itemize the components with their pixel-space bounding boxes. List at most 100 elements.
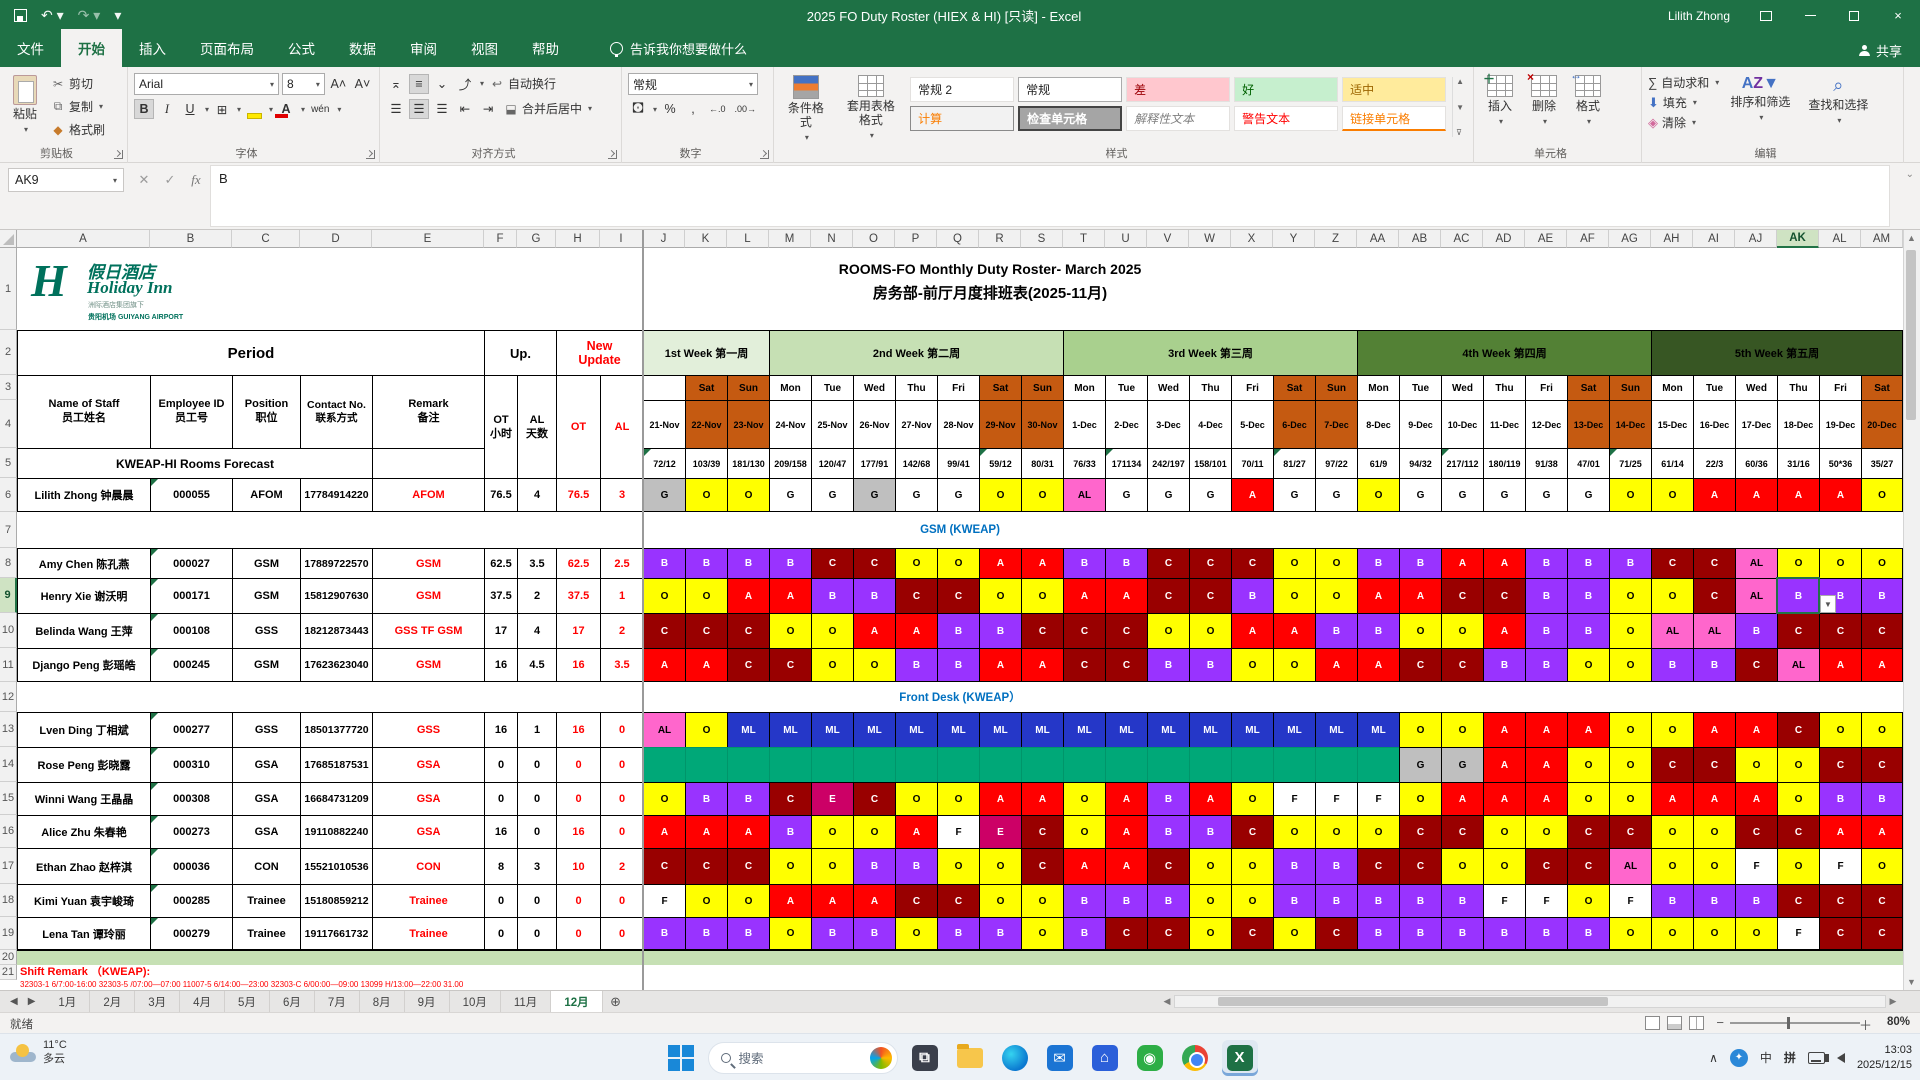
duty-cell-S11[interactable]: A	[1021, 648, 1063, 682]
column-header-O[interactable]: O	[853, 230, 895, 248]
duty-cell-W11[interactable]: B	[1189, 648, 1231, 682]
duty-cell-AB13[interactable]: O	[1399, 712, 1441, 747]
staff-name[interactable]: Lena Tan 谭玲丽	[17, 917, 150, 950]
duty-cell-AH14[interactable]: C	[1651, 747, 1693, 782]
duty-cell-AE9[interactable]: B	[1525, 578, 1567, 613]
column-header-X[interactable]: X	[1231, 230, 1273, 248]
undo-icon[interactable]: ↶ ▾	[41, 7, 64, 24]
column-header-G[interactable]: G	[517, 230, 556, 248]
employee-id[interactable]: 000245	[150, 648, 232, 682]
employee-id[interactable]: 000027	[150, 548, 232, 578]
font-color-button[interactable]: A	[274, 99, 296, 119]
duty-cell-M11[interactable]: C	[769, 648, 811, 682]
duty-cell-S14[interactable]	[1021, 747, 1063, 782]
duty-cell-X16[interactable]: C	[1231, 815, 1273, 848]
duty-cell-AL16[interactable]: A	[1819, 815, 1861, 848]
taskbar-app-store[interactable]: ⌂	[1087, 1040, 1123, 1076]
duty-cell-AL15[interactable]: B	[1819, 782, 1861, 815]
accounting-format-icon[interactable]: 🖸	[628, 99, 648, 119]
duty-cell-M10[interactable]: O	[769, 613, 811, 648]
close-button[interactable]: ×	[1876, 0, 1920, 31]
taskbar-app-excel[interactable]: X	[1221, 1039, 1258, 1076]
start-button[interactable]	[663, 1040, 699, 1076]
duty-cell-Q18[interactable]: C	[937, 884, 979, 917]
duty-cell-Q6[interactable]: G	[937, 478, 979, 512]
taskbar-search[interactable]: 搜索	[707, 1041, 898, 1074]
duty-cell-K19[interactable]: B	[685, 917, 727, 950]
remark[interactable]: GSS TF GSM	[372, 613, 484, 648]
sheet-tab-6月[interactable]: 6月	[270, 991, 315, 1012]
al-days[interactable]: 4	[517, 613, 556, 648]
duty-cell-L14[interactable]	[727, 747, 769, 782]
duty-cell-V16[interactable]: B	[1147, 815, 1189, 848]
duty-cell-T6[interactable]: AL	[1063, 478, 1105, 512]
duty-cell-L18[interactable]: O	[727, 884, 769, 917]
duty-cell-AB14[interactable]: G	[1399, 747, 1441, 782]
italic-button[interactable]: I	[157, 99, 177, 119]
taskbar-app-chrome[interactable]	[1177, 1040, 1213, 1076]
position[interactable]: GSM	[232, 648, 300, 682]
position[interactable]: GSA	[232, 815, 300, 848]
duty-cell-N11[interactable]: O	[811, 648, 853, 682]
keyboard-icon[interactable]	[1807, 1051, 1825, 1064]
ot-hours[interactable]: 0	[484, 782, 517, 815]
ot-new[interactable]: 17	[556, 613, 600, 648]
duty-cell-AB17[interactable]: C	[1399, 848, 1441, 884]
ot-new[interactable]: 0	[556, 747, 600, 782]
alignment-dialog-launcher[interactable]	[608, 150, 617, 159]
duty-cell-U17[interactable]: A	[1105, 848, 1147, 884]
enter-icon[interactable]: ✓	[158, 168, 182, 192]
duty-cell-AB8[interactable]: B	[1399, 548, 1441, 578]
duty-cell-T14[interactable]	[1063, 747, 1105, 782]
duty-cell-J11[interactable]: A	[643, 648, 685, 682]
duty-cell-W8[interactable]: C	[1189, 548, 1231, 578]
duty-cell-AH17[interactable]: O	[1651, 848, 1693, 884]
phonetic-button[interactable]: wén	[308, 99, 332, 119]
duty-cell-AI18[interactable]: B	[1693, 884, 1735, 917]
conditional-formatting-button[interactable]: 条件格式 ▾	[780, 71, 832, 147]
duty-cell-P19[interactable]: O	[895, 917, 937, 950]
duty-cell-T19[interactable]: B	[1063, 917, 1105, 950]
duty-cell-AC9[interactable]: C	[1441, 578, 1483, 613]
duty-cell-AD15[interactable]: A	[1483, 782, 1525, 815]
duty-cell-AH9[interactable]: O	[1651, 578, 1693, 613]
duty-cell-AB9[interactable]: A	[1399, 578, 1441, 613]
duty-cell-AH6[interactable]: O	[1651, 478, 1693, 512]
duty-cell-AC14[interactable]: G	[1441, 747, 1483, 782]
duty-cell-Y13[interactable]: ML	[1273, 712, 1315, 747]
ot-hours[interactable]: 16	[484, 712, 517, 747]
duty-cell-AF13[interactable]: A	[1567, 712, 1609, 747]
duty-cell-AA15[interactable]: F	[1357, 782, 1399, 815]
font-family-select[interactable]: Arial ▾	[134, 73, 280, 95]
row-header-7[interactable]: 7	[0, 512, 17, 548]
al-new[interactable]: 2	[600, 848, 643, 884]
formula-input[interactable]: B	[210, 165, 1890, 227]
row-header-5[interactable]: 5	[0, 448, 17, 478]
menu-tab-视图[interactable]: 视图	[454, 29, 515, 67]
duty-cell-P9[interactable]: C	[895, 578, 937, 613]
duty-cell-AD17[interactable]: O	[1483, 848, 1525, 884]
contact-no[interactable]: 19117661732	[300, 917, 372, 950]
cell-style-常规 2[interactable]: 常规 2	[910, 77, 1015, 102]
column-header-F[interactable]: F	[484, 230, 517, 248]
al-days[interactable]: 2	[517, 578, 556, 613]
duty-cell-O16[interactable]: O	[853, 815, 895, 848]
duty-cell-W14[interactable]	[1189, 747, 1231, 782]
sheet-tab-12月[interactable]: 12月	[551, 991, 603, 1012]
al-new[interactable]: 0	[600, 884, 643, 917]
duty-cell-AL14[interactable]: C	[1819, 747, 1861, 782]
duty-cell-AD9[interactable]: C	[1483, 578, 1525, 613]
autosum-button[interactable]: ∑ 自动求和 ▾	[1648, 74, 1719, 91]
duty-cell-AL11[interactable]: A	[1819, 648, 1861, 682]
duty-cell-V19[interactable]: C	[1147, 917, 1189, 950]
duty-cell-O9[interactable]: B	[853, 578, 895, 613]
duty-cell-AJ19[interactable]: O	[1735, 917, 1777, 950]
duty-cell-Q13[interactable]: ML	[937, 712, 979, 747]
duty-cell-AL18[interactable]: C	[1819, 884, 1861, 917]
hscroll-left-icon[interactable]: ◀	[1160, 996, 1174, 1007]
duty-cell-Q17[interactable]: O	[937, 848, 979, 884]
insert-function-icon[interactable]: fx	[184, 168, 208, 192]
al-new[interactable]: 0	[600, 712, 643, 747]
row-header-13[interactable]: 13	[0, 712, 17, 747]
duty-cell-U9[interactable]: A	[1105, 578, 1147, 613]
